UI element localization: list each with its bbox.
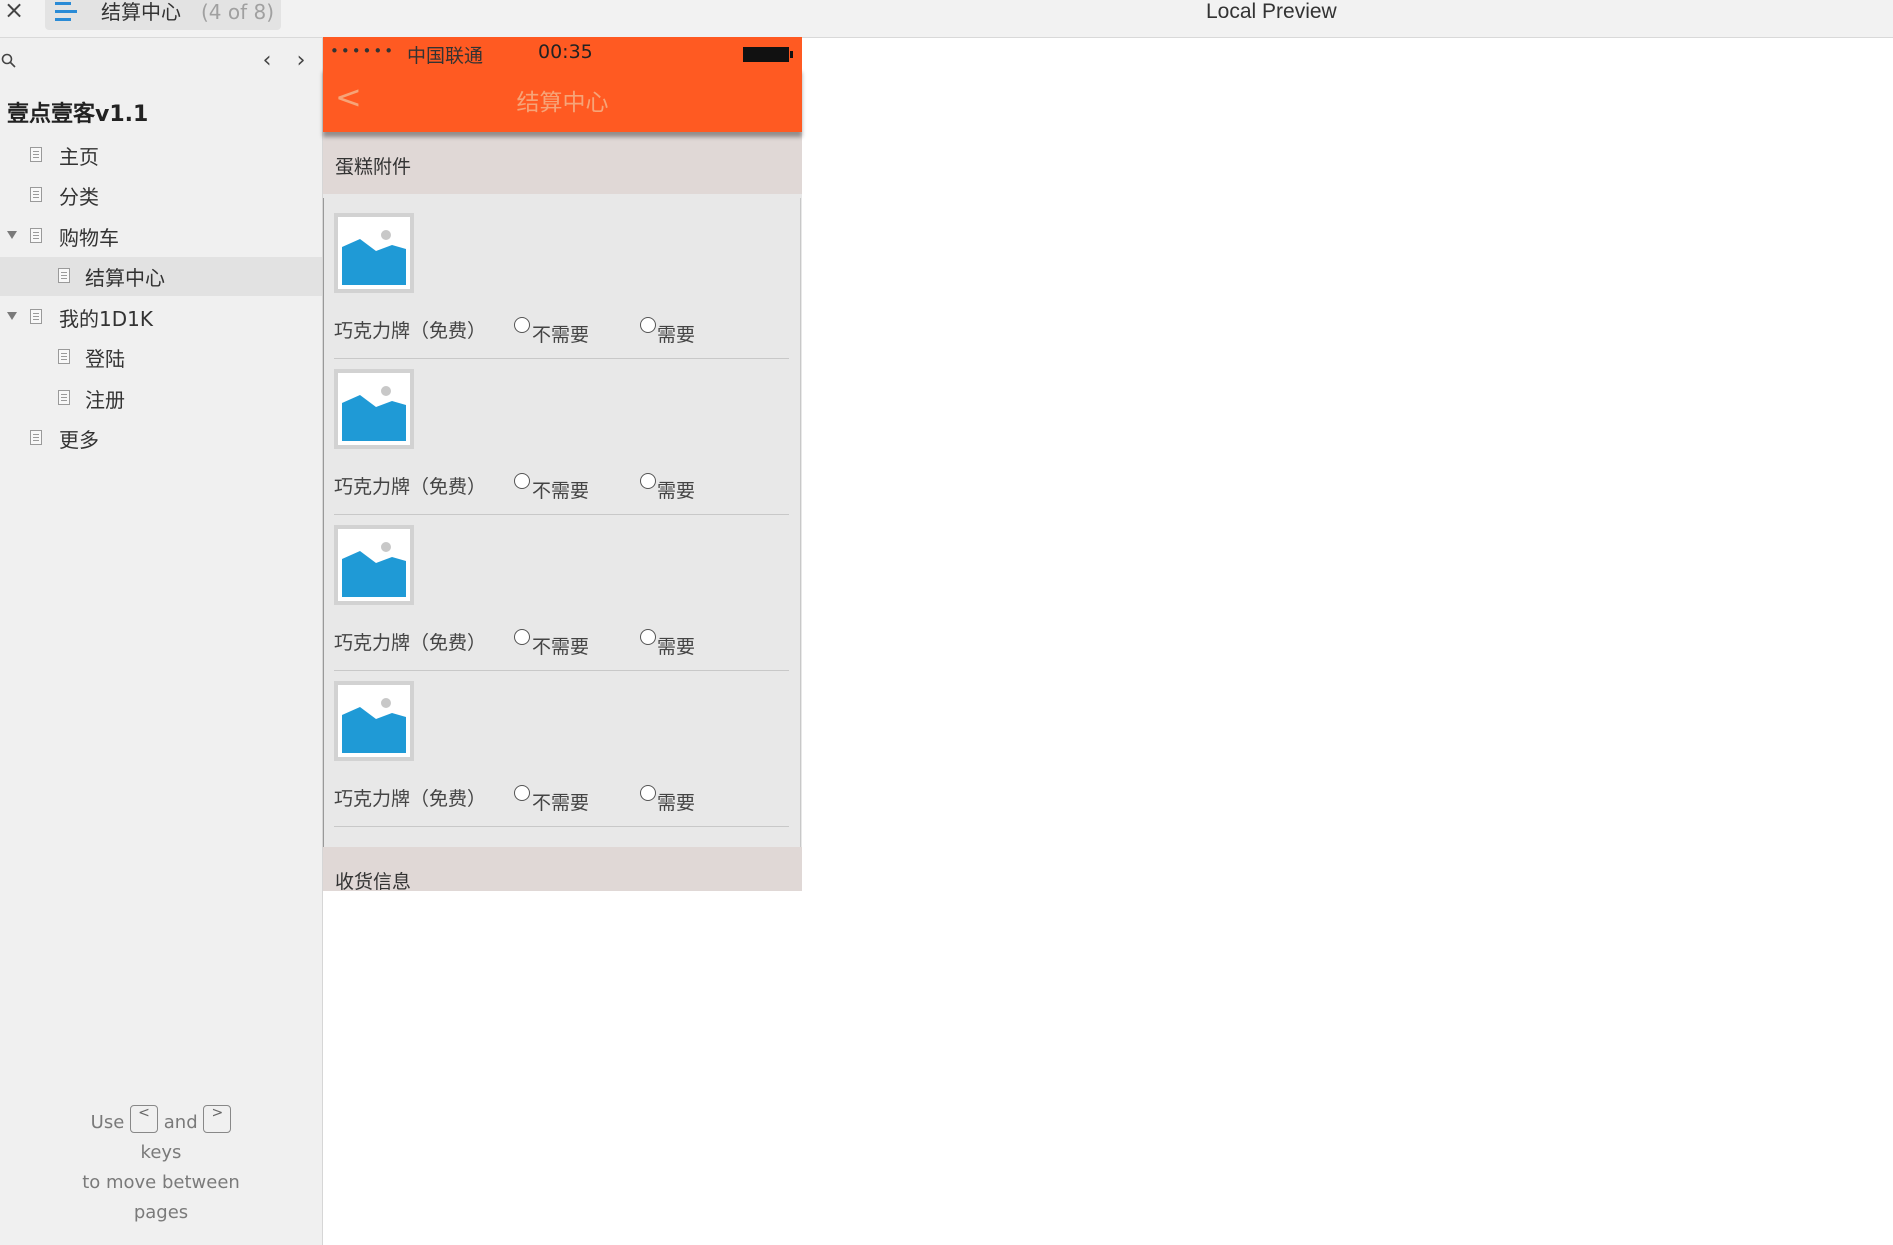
current-page-title: 结算中心 xyxy=(101,0,181,24)
section-header-accessories: 蛋糕附件 xyxy=(323,132,802,194)
page-icon xyxy=(58,390,70,405)
sidebar-item-label: 登陆 xyxy=(85,347,125,371)
top-bar: × 结算中心 (4 of 8) Local Preview xyxy=(0,0,1893,38)
page-icon xyxy=(30,147,42,162)
radio-needed[interactable] xyxy=(640,473,656,489)
radio-label: 需要 xyxy=(657,636,696,658)
help-line3: pages xyxy=(133,1202,189,1223)
page-title: 结算中心 xyxy=(516,90,609,116)
page-icon xyxy=(30,309,42,324)
page-icon xyxy=(58,349,70,364)
radio-label: 不需要 xyxy=(532,324,590,346)
section-header-shipping: 收货信息 xyxy=(323,847,802,893)
radio-not-needed[interactable] xyxy=(514,785,530,801)
page-icon xyxy=(30,430,42,445)
radio-label: 不需要 xyxy=(532,636,590,658)
help-use: Use xyxy=(90,1112,125,1133)
project-title: 壹点壹客v1.1 xyxy=(7,102,149,127)
sidebar-item-label: 结算中心 xyxy=(85,266,165,290)
sidebar-item-more[interactable]: 更多 xyxy=(0,419,322,457)
prev-key-icon: < xyxy=(130,1105,159,1133)
sidebar-item-cart[interactable]: 购物车 xyxy=(0,217,322,255)
expand-arrow-icon[interactable] xyxy=(7,312,17,320)
section-title: 蛋糕附件 xyxy=(335,156,412,178)
list-item: 巧克力牌（免费） 不需要 需要 xyxy=(323,671,802,827)
item-label: 巧克力牌（免费） xyxy=(334,476,487,498)
help-keys: keys xyxy=(140,1142,182,1163)
sidebar-item-label: 购物车 xyxy=(59,226,119,250)
item-label: 巧克力牌（免费） xyxy=(334,320,487,342)
radio-needed[interactable] xyxy=(640,317,656,333)
help-line2: to move between xyxy=(82,1172,240,1193)
sidebar-item-category[interactable]: 分类 xyxy=(0,176,322,214)
search-icon[interactable] xyxy=(1,53,17,71)
sidebar-item-label: 更多 xyxy=(59,428,99,452)
radio-label: 需要 xyxy=(657,792,696,814)
help-and: and xyxy=(163,1112,198,1133)
list-item: 巧克力牌（免费） 不需要 需要 xyxy=(323,359,802,515)
close-icon[interactable]: × xyxy=(0,0,28,26)
previous-page-button[interactable]: ‹ xyxy=(258,50,276,72)
radio-not-needed[interactable] xyxy=(514,317,530,333)
sidebar-item-label: 我的1D1K xyxy=(59,307,153,331)
sidebar-item-register[interactable]: 注册 xyxy=(0,379,322,417)
signal-icon: •••••• xyxy=(330,42,396,60)
battery-icon xyxy=(743,47,793,62)
page-icon xyxy=(30,228,42,243)
sidebar-item-checkout[interactable]: 结算中心 xyxy=(0,257,322,296)
radio-needed[interactable] xyxy=(640,629,656,645)
image-placeholder-icon xyxy=(334,681,414,761)
sidebar-item-my1d1k[interactable]: 我的1D1K xyxy=(0,298,322,336)
item-label: 巧克力牌（免费） xyxy=(334,788,487,810)
carrier-label: 中国联通 xyxy=(407,45,484,67)
sidebar-item-label: 注册 xyxy=(85,388,125,412)
nav-bar: < 结算中心 xyxy=(323,67,802,132)
page-selector[interactable]: 结算中心 (4 of 8) xyxy=(45,0,281,30)
next-page-button[interactable]: › xyxy=(292,50,310,72)
item-label: 巧克力牌（免费） xyxy=(334,632,487,654)
list-item: 巧克力牌（免费） 不需要 需要 xyxy=(323,203,802,359)
menu-icon[interactable] xyxy=(55,2,81,24)
radio-label: 需要 xyxy=(657,324,696,346)
page-count: (4 of 8) xyxy=(201,0,275,24)
sidebar: ‹ › 壹点壹客v1.1 主页 分类 购物车 结算中心 我的1D1K 登陆 注册… xyxy=(0,38,323,1245)
radio-label: 不需要 xyxy=(532,480,590,502)
keyboard-help: Use < and > keys to move between pages xyxy=(0,1105,322,1228)
radio-label: 需要 xyxy=(657,480,696,502)
section-title: 收货信息 xyxy=(335,871,412,893)
radio-not-needed[interactable] xyxy=(514,629,530,645)
radio-needed[interactable] xyxy=(640,785,656,801)
radio-label: 不需要 xyxy=(532,792,590,814)
radio-not-needed[interactable] xyxy=(514,473,530,489)
image-placeholder-icon xyxy=(334,525,414,605)
list-item: 巧克力牌（免费） 不需要 需要 xyxy=(323,515,802,671)
next-key-icon: > xyxy=(203,1105,232,1133)
sidebar-item-label: 主页 xyxy=(59,145,99,169)
divider xyxy=(334,826,789,827)
phone-preview: •••••• 中国联通 00:35 < 结算中心 蛋糕附件 巧克力牌（免费） 不… xyxy=(323,37,802,893)
sidebar-item-home[interactable]: 主页 xyxy=(0,136,322,174)
page-icon xyxy=(58,268,70,283)
page-icon xyxy=(30,187,42,202)
image-placeholder-icon xyxy=(334,213,414,293)
sidebar-item-label: 分类 xyxy=(59,185,99,209)
image-placeholder-icon xyxy=(334,369,414,449)
status-bar: •••••• 中国联通 00:35 xyxy=(323,37,802,67)
sidebar-item-login[interactable]: 登陆 xyxy=(0,338,322,376)
preview-title: Local Preview xyxy=(1206,0,1337,23)
status-time: 00:35 xyxy=(538,41,593,63)
expand-arrow-icon[interactable] xyxy=(7,231,17,239)
